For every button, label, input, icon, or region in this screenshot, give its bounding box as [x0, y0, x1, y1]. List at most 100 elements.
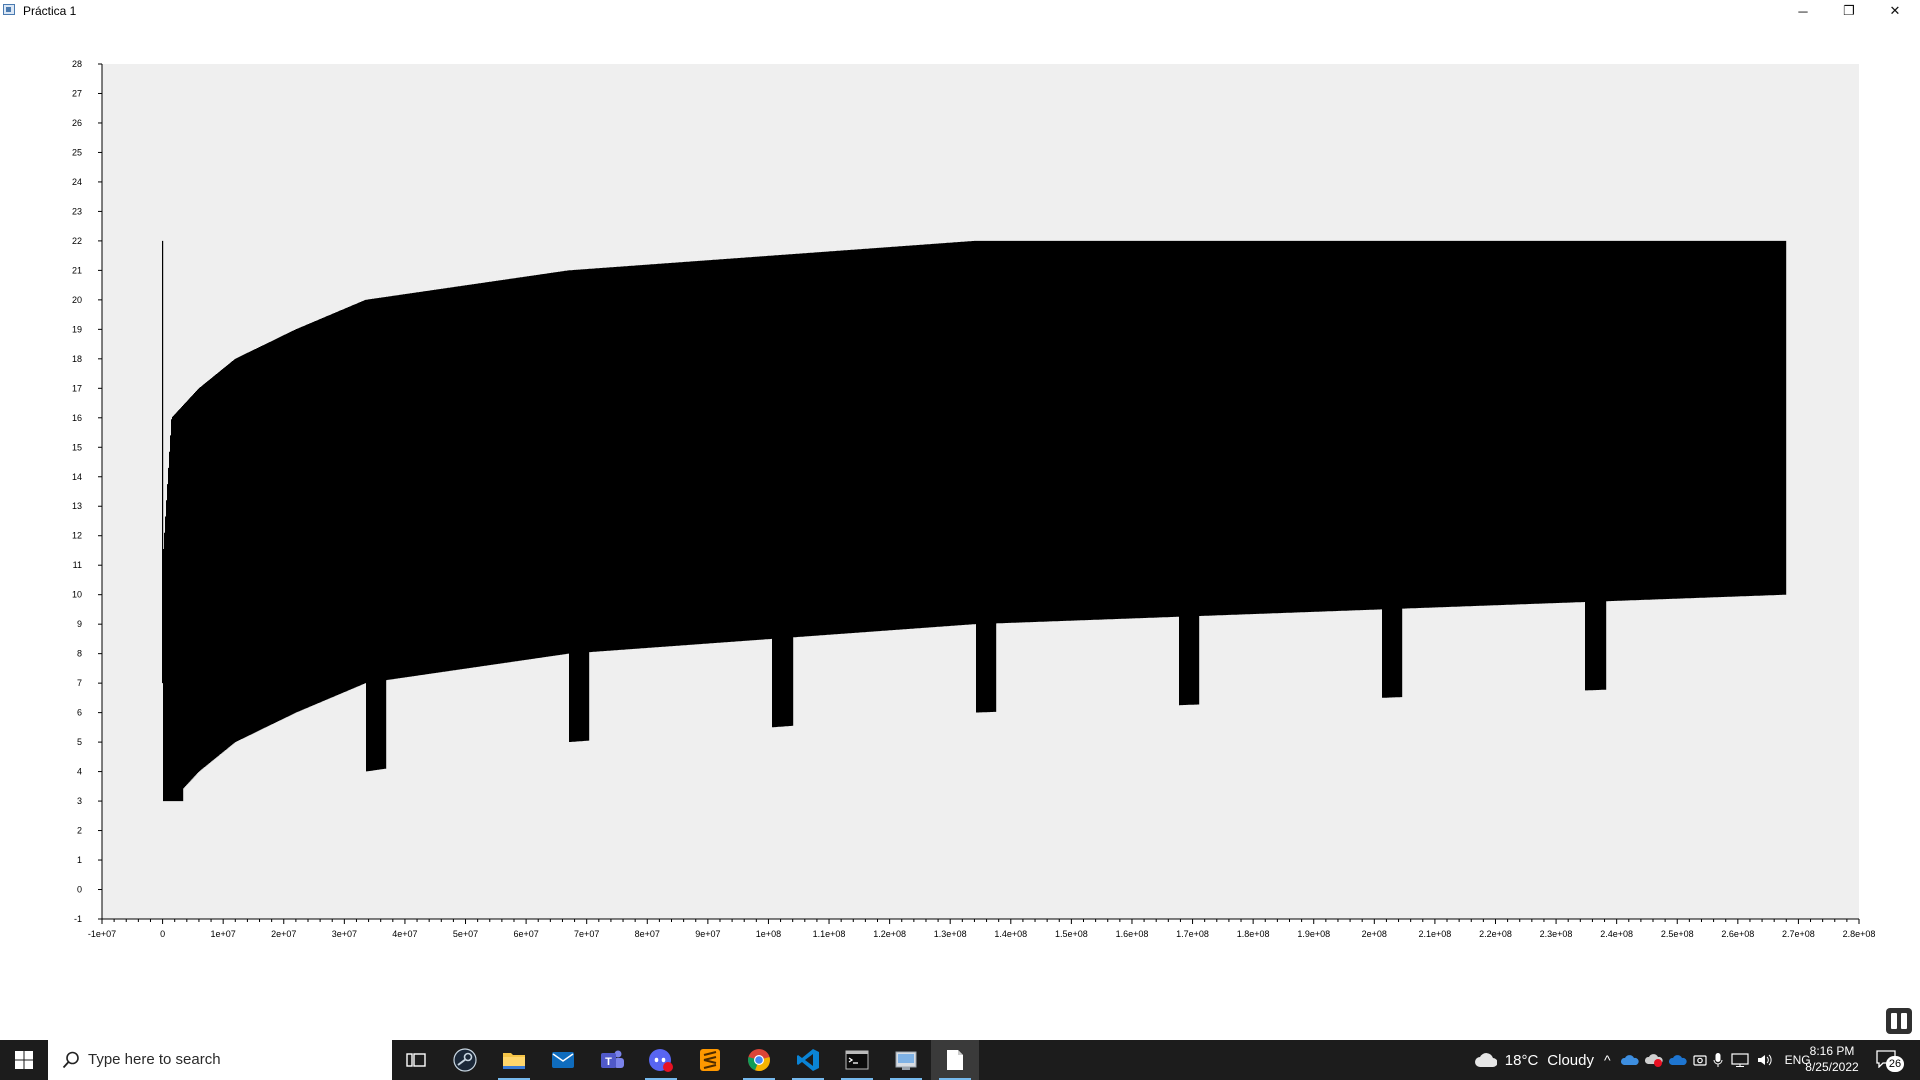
y-tick-label: 6	[77, 708, 82, 718]
y-tick-label: 17	[72, 383, 82, 393]
search-placeholder: Type here to search	[88, 1051, 221, 1068]
vscode-taskbar-app[interactable]	[784, 1040, 832, 1080]
chart: -101234567891011121314151617181920212223…	[72, 59, 1876, 939]
x-tick-label: 1.3e+08	[934, 929, 967, 939]
y-tick-label: 18	[72, 354, 82, 364]
y-tick-label: 24	[72, 177, 82, 187]
onedrive-error-icon[interactable]	[1644, 1053, 1663, 1067]
x-tick-label: 0	[160, 929, 165, 939]
y-tick-label: 2	[77, 826, 82, 836]
mail-taskbar-app[interactable]	[539, 1040, 587, 1080]
x-tick-label: 1e+08	[756, 929, 781, 939]
x-axis-ticks: -1e+07 0 1e+07 2e+07 3e+07 4e+07 5e+07 6e+07 7e+…	[88, 919, 1876, 939]
taskbar-search-box[interactable]: Type here to search	[48, 1040, 392, 1080]
y-tick-label: 16	[72, 413, 82, 423]
y-tick-label: 14	[72, 472, 82, 482]
chrome-icon	[748, 1049, 770, 1072]
x-tick-label: 1.5e+08	[1055, 929, 1088, 939]
network-icon[interactable]	[1730, 1053, 1749, 1067]
window-titlebar: Práctica 1 ─ ❐ ✕	[0, 0, 1920, 22]
y-tick-label: 21	[72, 265, 82, 275]
window-title: Práctica 1	[23, 4, 77, 18]
close-button[interactable]: ✕	[1872, 0, 1918, 22]
cloud-icon	[1475, 1053, 1497, 1067]
x-tick-label: 2e+07	[271, 929, 296, 939]
x-tick-label: 1.8e+08	[1237, 929, 1270, 939]
y-tick-label: 28	[72, 59, 82, 69]
y-tick-label: 20	[72, 295, 82, 305]
notepad-taskbar-app[interactable]	[931, 1040, 979, 1080]
y-tick-label: -1	[74, 914, 82, 924]
y-tick-label: 9	[77, 619, 82, 629]
camera-icon[interactable]	[1692, 1053, 1707, 1067]
volume-icon[interactable]	[1757, 1053, 1775, 1067]
x-tick-label: -1e+07	[88, 929, 116, 939]
x-tick-label: 2.6e+08	[1721, 929, 1754, 939]
pause-button[interactable]	[1886, 1008, 1912, 1034]
onedrive-icon[interactable]	[1620, 1054, 1639, 1066]
y-tick-label: 12	[72, 531, 82, 541]
x-tick-label: 6e+07	[513, 929, 538, 939]
task-view-icon	[406, 1053, 426, 1067]
file-explorer-taskbar-app[interactable]	[490, 1040, 538, 1080]
x-tick-label: 8e+07	[635, 929, 660, 939]
y-tick-label: 1	[77, 855, 82, 865]
steam-taskbar-app[interactable]	[441, 1040, 489, 1080]
y-tick-label: 8	[77, 649, 82, 659]
document-icon	[947, 1050, 963, 1070]
y-tick-label: 27	[72, 88, 82, 98]
windows-start-button[interactable]	[0, 1040, 48, 1080]
folder-icon	[503, 1053, 525, 1069]
clock-time: 8:16 PM	[1809, 1044, 1855, 1058]
x-tick-label: 1e+07	[211, 929, 236, 939]
y-tick-label: 11	[73, 560, 82, 570]
paint-taskbar-app[interactable]	[882, 1040, 930, 1080]
chrome-taskbar-app[interactable]	[735, 1040, 783, 1080]
mail-icon	[552, 1052, 574, 1068]
x-tick-label: 3e+07	[332, 929, 357, 939]
weather-condition: Cloudy	[1547, 1051, 1594, 1069]
vscode-icon	[797, 1049, 819, 1071]
teams-taskbar-app[interactable]: T	[588, 1040, 636, 1080]
task-view-button[interactable]	[392, 1040, 440, 1080]
weather-temperature: 18°C	[1504, 1051, 1539, 1069]
notification-center-button[interactable]: 26	[1876, 1048, 1904, 1072]
taskbar: Type here to search T 18°C Cloudy ^ ENG …	[0, 1040, 1920, 1080]
windows-logo-icon	[15, 1051, 33, 1069]
y-axis-ticks: -101234567891011121314151617181920212223…	[72, 59, 102, 924]
x-tick-label: 7e+07	[574, 929, 599, 939]
x-tick-label: 9e+07	[695, 929, 720, 939]
y-tick-label: 5	[77, 737, 82, 747]
weather-widget[interactable]: 18°C Cloudy	[1474, 1040, 1594, 1080]
x-tick-label: 1.7e+08	[1176, 929, 1209, 939]
x-tick-label: 2e+08	[1362, 929, 1387, 939]
y-tick-label: 3	[77, 796, 82, 806]
x-tick-label: 5e+07	[453, 929, 478, 939]
x-tick-label: 1.4e+08	[994, 929, 1027, 939]
onedrive-business-icon[interactable]	[1668, 1054, 1687, 1066]
microphone-icon[interactable]	[1713, 1052, 1723, 1068]
minimize-button[interactable]: ─	[1780, 0, 1826, 22]
teams-icon: T	[601, 1050, 624, 1068]
notification-count-badge: 26	[1886, 1056, 1904, 1072]
x-tick-label: 2.8e+08	[1843, 929, 1876, 939]
x-tick-label: 1.6e+08	[1116, 929, 1149, 939]
svg-text:T: T	[605, 1056, 612, 1068]
show-hidden-icons-chevron-icon[interactable]: ^	[1604, 1052, 1611, 1068]
x-tick-label: 1.9e+08	[1297, 929, 1330, 939]
x-tick-label: 2.1e+08	[1418, 929, 1451, 939]
search-icon	[62, 1051, 79, 1069]
x-tick-label: 2.5e+08	[1661, 929, 1694, 939]
terminal-icon	[845, 1050, 869, 1070]
x-tick-label: 1.1e+08	[813, 929, 846, 939]
y-tick-label: 0	[77, 885, 82, 895]
y-tick-label: 7	[77, 678, 82, 688]
terminal-taskbar-app[interactable]	[833, 1040, 881, 1080]
sublime-text-taskbar-app[interactable]	[686, 1040, 734, 1080]
discord-taskbar-app[interactable]	[637, 1040, 685, 1080]
system-clock[interactable]: 8:16 PM 8/25/2022	[1803, 1043, 1861, 1075]
y-tick-label: 10	[72, 590, 82, 600]
restore-button[interactable]: ❐	[1826, 0, 1872, 22]
x-tick-label: 2.4e+08	[1600, 929, 1633, 939]
sublime-text-icon	[700, 1049, 720, 1071]
